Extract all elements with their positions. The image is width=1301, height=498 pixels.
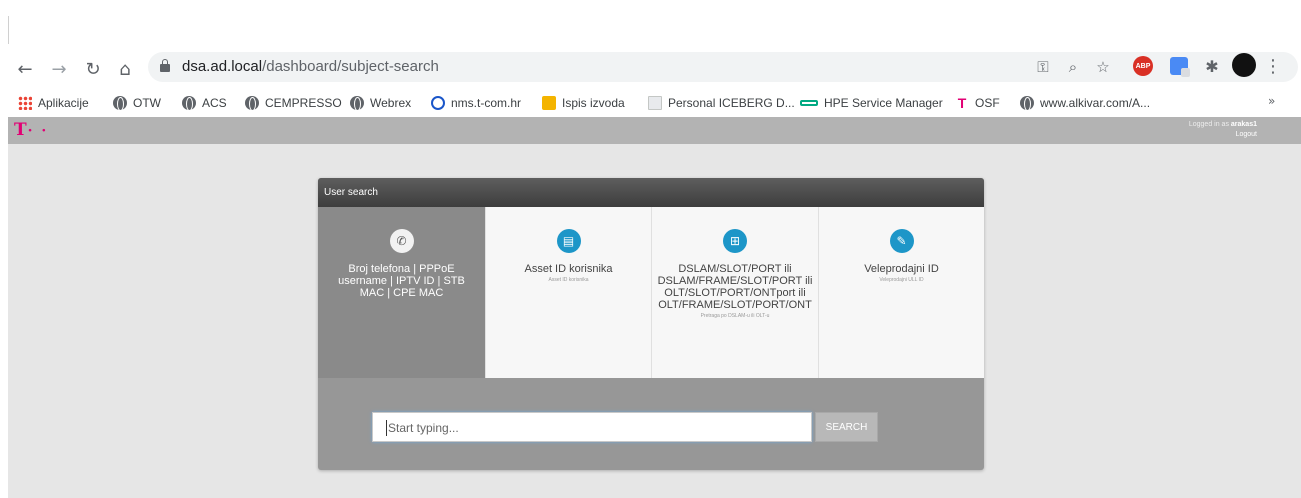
browser-menu-icon[interactable]: ⋮ [1264,55,1282,77]
zoom-icon[interactable]: ⌕ [1062,56,1084,78]
extensions-puzzle-icon[interactable]: ✱ [1202,56,1222,76]
user-info: Logged in as arakas1 Logout [1189,120,1257,140]
globe-icon [182,96,196,111]
document-icon [648,96,662,110]
globe-icon [350,96,364,111]
search-option-dslam-olt[interactable]: ⊞ DSLAM/SLOT/PORT ili DSLAM/FRAME/SLOT/P… [651,207,818,378]
panel-header: User search [318,178,984,207]
telekom-logo[interactable]: T· · [14,120,48,140]
bookmark-ispis-izvoda[interactable]: Ispis izvoda [542,94,625,112]
globe-icon [245,96,259,111]
hpe-icon [800,100,818,106]
browser-toolbar: ← → ↻ ⌂ dsa.ad.local/dashboard/subject-s… [0,52,1301,86]
user-search-panel: User search ✆ Broj telefona | PPPoE user… [318,178,984,470]
bookmark-label: OSF [975,96,1000,110]
bookmark-personal-iceberg[interactable]: Personal ICEBERG D... [648,94,795,112]
option-title: Asset ID korisnika [524,263,613,275]
panel-title: User search [324,187,378,198]
bookmark-label: Webrex [370,96,412,110]
app-header: T· · Logged in as arakas1 Logout [8,117,1301,144]
window-edge [8,16,9,44]
logo-mark: T [14,120,28,140]
bookmark-label: Ispis izvoda [562,96,625,110]
option-title: DSLAM/SLOT/PORT ili DSLAM/FRAME/SLOT/POR… [657,263,813,311]
bookmark-webrex[interactable]: Webrex [350,94,411,112]
url-text[interactable]: dsa.ad.local/dashboard/subject-search [182,58,439,75]
logged-in-label: Logged in as [1188,121,1231,128]
telekom-icon: T [957,95,967,111]
bookmarks-overflow-button[interactable]: » [1268,94,1275,108]
option-title: Broj telefona | PPPoE username | IPTV ID… [338,263,465,299]
bookmark-alkivar[interactable]: www.alkivar.com/A... [1020,94,1150,112]
bookmark-label: HPE Service Manager [824,96,943,110]
bookmark-cempresso[interactable]: CEMPRESSO [245,94,342,112]
search-option-wholesale-id[interactable]: ✎ Veleprodajni ID Veleprodajni ULL ID [818,207,984,378]
bookmark-aplikacije[interactable]: Aplikacije [18,94,89,112]
address-bar[interactable]: dsa.ad.local/dashboard/subject-search ⚿ … [148,52,1298,82]
option-subtitle: Pretraga po DSLAM-u ili OLT-u [700,313,770,319]
bookmark-label: nms.t-com.hr [451,96,522,110]
option-subtitle: Asset ID korisnika [548,277,589,283]
text-caret [386,420,387,436]
search-input[interactable]: Start typing... [372,412,812,442]
profile-avatar[interactable] [1232,53,1256,77]
lock-icon[interactable] [160,59,170,72]
window-top-strip [0,0,1301,46]
option-subtitle: Veleprodajni ULL ID [879,277,924,283]
logout-link[interactable]: Logout [1189,130,1257,140]
url-host: dsa.ad.local [182,58,263,75]
bookmark-label: OTW [133,96,161,110]
bookmark-label: www.alkivar.com/A... [1040,96,1151,110]
bookmark-label: Aplikacije [38,96,89,110]
url-path: /dashboard/subject-search [262,58,439,75]
bookmark-osf[interactable]: T OSF [955,94,1000,112]
home-icon[interactable]: ⌂ [112,56,138,82]
reload-icon[interactable]: ↻ [80,56,106,82]
key-icon[interactable]: ⚿ [1032,56,1054,78]
search-option-phone[interactable]: ✆ Broj telefona | PPPoE username | IPTV … [318,207,485,378]
search-button[interactable]: SEARCH [815,412,878,442]
star-icon[interactable]: ☆ [1092,56,1114,78]
translate-extension-icon[interactable] [1170,57,1190,77]
globe-icon [113,96,127,111]
search-option-asset-id[interactable]: ▤ Asset ID korisnika Asset ID korisnika [485,207,651,378]
back-arrow-icon[interactable]: ← [12,56,38,82]
phone-icon: ✆ [389,229,414,253]
bookmark-label: ACS [202,96,227,110]
logo-dots: · · [27,123,49,139]
network-icon: ⊞ [723,229,747,253]
nms-icon [431,96,445,110]
ispis-icon [542,96,556,110]
apps-grid-icon [18,96,32,110]
search-placeholder: Start typing... [388,421,459,435]
bookmark-nms[interactable]: nms.t-com.hr [431,94,521,112]
edit-icon: ✎ [889,229,914,253]
username: arakas1 [1230,121,1257,128]
adblock-extension-icon[interactable]: ABP [1133,56,1153,76]
bookmark-hpe-service-manager[interactable]: HPE Service Manager [800,94,943,112]
bookmarks-bar: Aplikacije OTW ACS CEMPRESSO Webrex nms.… [0,90,1301,116]
globe-icon [1020,96,1034,111]
inbox-icon: ▤ [556,229,581,253]
forward-arrow-icon[interactable]: → [46,56,72,82]
option-title: Veleprodajni ID [864,263,939,275]
bookmark-otw[interactable]: OTW [113,94,161,112]
bookmark-label: CEMPRESSO [265,96,342,110]
bookmark-label: Personal ICEBERG D... [668,96,795,110]
bookmark-acs[interactable]: ACS [182,94,227,112]
